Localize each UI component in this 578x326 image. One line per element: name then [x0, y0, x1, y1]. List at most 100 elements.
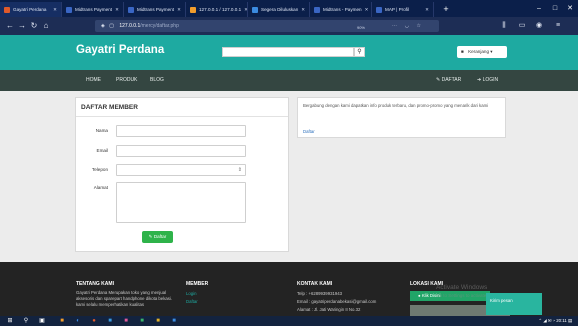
site-favicon-icon: [4, 6, 10, 13]
system-tray[interactable]: ⌃ ◢ ✉ ◔ 20:11 ▤: [538, 317, 572, 325]
pencil-icon: ✎: [436, 77, 441, 83]
address-textarea[interactable]: [116, 182, 246, 223]
site-favicon-icon: [128, 6, 134, 13]
notification-icon[interactable]: ▤: [568, 318, 572, 323]
tab-label: MAP | Profil: [385, 7, 410, 12]
firefox-icon[interactable]: ●: [90, 317, 98, 325]
login-icon: ➜: [477, 77, 482, 83]
tab-label: Midtrans Payment: [75, 7, 113, 12]
main-menu: HOME PRODUK BLOG ✎ DAFTAR ➜ LOGIN: [0, 70, 578, 91]
close-icon[interactable]: ✕: [241, 7, 247, 13]
browser-tab-strip: Gayatri Perdana ✕ Midtrans Payment ✕ Mid…: [0, 0, 578, 17]
footer-daftar-link[interactable]: Daftar: [186, 299, 198, 304]
phone-label: Telepon: [91, 167, 108, 172]
whatsapp-chat-label: Kirim pesan: [490, 298, 513, 303]
menu-icon[interactable]: ≡: [552, 20, 564, 32]
info-daftar-link[interactable]: Daftar: [303, 129, 315, 134]
tab-label: Gayatri Perdana: [13, 7, 47, 12]
app-icon[interactable]: ■: [122, 317, 130, 325]
nav-blog[interactable]: BLOG: [150, 70, 164, 91]
address-bar[interactable]: ◈ ▢ 127.0.0.1/mercy/daftar.php 90% ⋯ ◡ ☆: [95, 20, 439, 32]
close-icon[interactable]: ✕: [112, 7, 119, 13]
brand-logo-text[interactable]: Gayatri Perdana: [76, 44, 164, 56]
contact-title: KONTAK KAMI: [297, 281, 333, 287]
app-icon[interactable]: ■: [154, 317, 162, 325]
chevron-down-icon: ▾: [490, 49, 493, 54]
nav-login-label: LOGIN: [482, 77, 499, 83]
star-icon[interactable]: ☆: [417, 20, 421, 32]
close-icon[interactable]: ✕: [174, 7, 181, 13]
about-title: TENTANG KAMI: [76, 281, 114, 287]
tab-phpmyadmin[interactable]: 127.0.0.1 / 127.0.0.1 ✕: [186, 2, 248, 17]
pocket-icon[interactable]: ◡: [405, 20, 409, 32]
tab-gayatri-perdana[interactable]: Gayatri Perdana ✕: [0, 2, 62, 17]
app-icon[interactable]: ■: [170, 317, 178, 325]
site-favicon-icon: [190, 6, 196, 13]
tab-label: Midtrans Payment: [137, 7, 175, 12]
email-field[interactable]: [116, 145, 246, 157]
arrow-right-icon[interactable]: →: [16, 20, 28, 32]
close-icon[interactable]: ✕: [422, 7, 429, 13]
window-close-icon[interactable]: ✕: [563, 3, 577, 14]
library-icon[interactable]: ⫼: [498, 20, 510, 32]
member-title: MEMBER: [186, 281, 209, 287]
name-label: Nama: [95, 128, 108, 133]
tab-label: Segera Diluluskan: [261, 7, 299, 12]
clock: 20:11: [556, 318, 567, 323]
tab-map-profil[interactable]: MAP | Profil ✕: [372, 2, 434, 17]
file-explorer-icon[interactable]: ■: [58, 317, 66, 325]
maximize-icon[interactable]: □: [548, 3, 562, 14]
nav-login[interactable]: ➜ LOGIN: [477, 70, 498, 91]
minimize-icon[interactable]: –: [532, 3, 546, 14]
nav-home[interactable]: HOME: [86, 70, 101, 91]
app-icon[interactable]: ■: [106, 317, 114, 325]
search-icon[interactable]: ⚲: [354, 47, 365, 57]
cart-button[interactable]: ■ Keranjang ▾: [457, 46, 507, 58]
tab-segera[interactable]: Segera Diluluskan ✕: [248, 2, 310, 17]
sidebar-icon[interactable]: ▭: [516, 20, 528, 32]
home-icon[interactable]: ⌂: [40, 20, 52, 32]
name-field[interactable]: [116, 125, 246, 137]
footer-login-link[interactable]: Login: [186, 291, 197, 296]
tab-midtrans-2[interactable]: Midtrans Payment ✕: [124, 2, 186, 17]
account-icon[interactable]: ◉: [533, 20, 545, 32]
site-favicon-icon: [252, 6, 258, 13]
contact-email: Email : gayatriperdanabekasi@gmail.com: [297, 299, 377, 304]
daftar-submit-button[interactable]: ✎ Daftar: [142, 231, 173, 243]
nav-produk[interactable]: PRODUK: [116, 70, 137, 91]
cart-icon: ■: [461, 49, 464, 54]
submit-label: Daftar: [153, 234, 167, 239]
reload-icon[interactable]: ↻: [28, 20, 40, 32]
address-label: Alamat: [93, 185, 108, 190]
task-view-icon[interactable]: ▣: [38, 317, 46, 325]
url-host: 127.0.0.1: [119, 23, 141, 29]
search-icon[interactable]: ⚲: [22, 317, 30, 325]
form-title: DAFTAR MEMBER: [76, 98, 288, 117]
whatsapp-icon: ●: [418, 293, 421, 298]
info-panel: Bergabung dengan kami dapatkan info prod…: [297, 97, 506, 138]
close-icon[interactable]: ✕: [50, 7, 57, 13]
contact-phone: Telp : +6289939931943: [297, 291, 343, 296]
windows-start-icon[interactable]: ⊞: [6, 317, 14, 325]
site-header: Gayatri Perdana ⚲ ■ Keranjang ▾: [0, 35, 578, 70]
nav-daftar[interactable]: ✎ DAFTAR: [436, 70, 461, 91]
close-icon[interactable]: ✕: [362, 7, 369, 13]
close-icon[interactable]: ✕: [298, 7, 305, 13]
member-form-panel: DAFTAR MEMBER Nama Email Telepon ⇕ Alama…: [75, 97, 289, 252]
zoom-level[interactable]: 90%: [357, 22, 365, 34]
edge-icon[interactable]: ◐: [74, 317, 82, 325]
arrow-left-icon[interactable]: ←: [4, 20, 16, 32]
more-dots-icon[interactable]: ⋯: [392, 20, 397, 32]
tab-midtrans-3[interactable]: Midtrans - Paymen ✕: [310, 2, 372, 17]
whatsapp-chat-popup[interactable]: Kirim pesan: [486, 293, 542, 315]
shield-icon: ◈: [101, 23, 105, 29]
new-tab-button[interactable]: +: [440, 3, 452, 15]
app-icon[interactable]: ■: [138, 317, 146, 325]
number-spinner-icon[interactable]: ⇕: [238, 167, 242, 173]
windows-taskbar: ⊞ ⚲ ▣ ■ ◐ ● ■ ■ ■ ■ ■ ⌃ ◢ ✉ ◔ 20:11 ▤: [0, 316, 578, 326]
search-input[interactable]: [222, 47, 354, 57]
tab-midtrans-1[interactable]: Midtrans Payment ✕: [62, 2, 124, 17]
phone-field[interactable]: ⇕: [116, 164, 246, 176]
activation-watermark: Activate Windows: [436, 284, 488, 291]
about-text: Gayatri Perdana Merupakan toko yang menj…: [76, 290, 173, 307]
